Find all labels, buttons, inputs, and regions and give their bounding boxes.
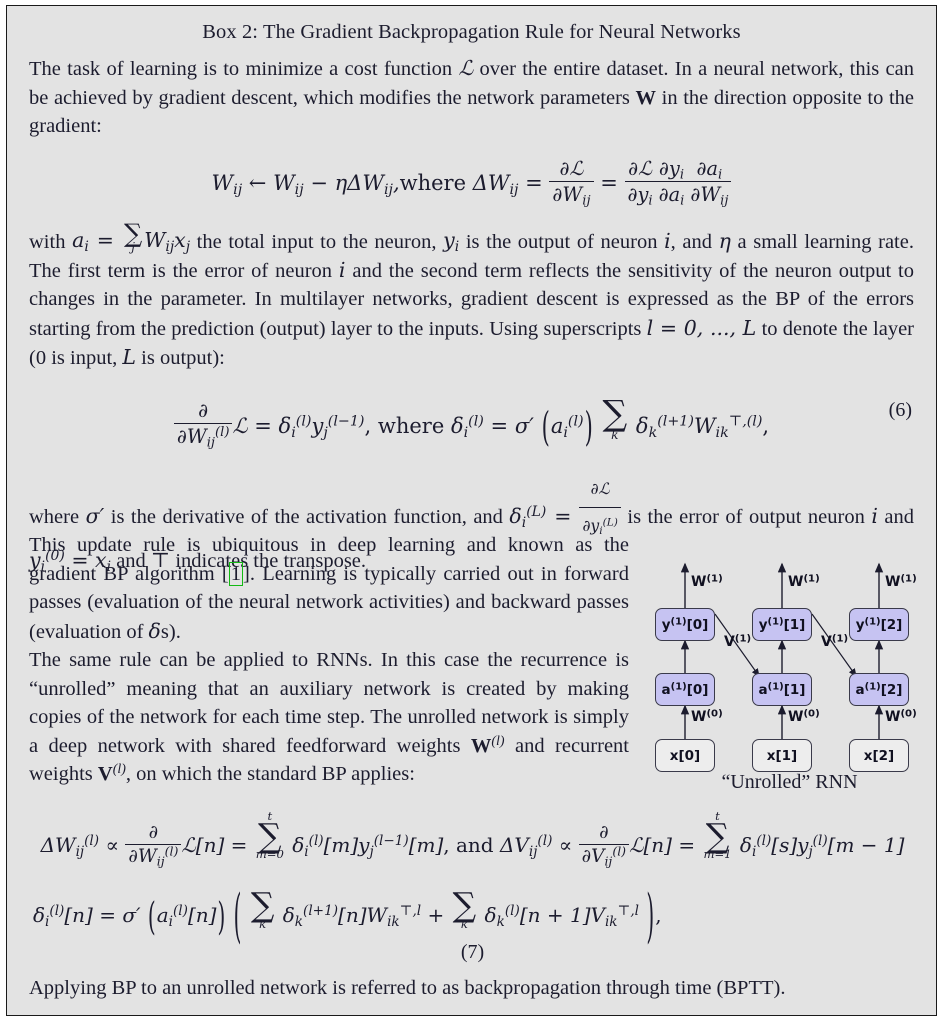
paragraph-column-left: This update rule is ubiquitous in deep l… (29, 531, 629, 789)
node-a-t0-label: a(1)[0] (661, 681, 709, 698)
symbol-V-sup-l: V(l) (97, 761, 126, 785)
node-x-t0-label: x[0] (669, 747, 701, 764)
symbol-delta: δ (148, 618, 161, 643)
node-a-t2[interactable]: a(1)[2] (849, 673, 909, 706)
node-y-t2[interactable]: y(1)[2] (849, 608, 909, 641)
equation-weight-update: Wij ← Wij − ηΔWij,where ΔWij = ∂ℒ ∂Wij = … (7, 157, 936, 207)
symbol-yi: yi (443, 228, 460, 256)
unrolled-rnn-figure: y(1)[0] y(1)[1] y(1)[2] a(1)[0] a(1)[1] … (647, 554, 932, 794)
symbol-sigma-prime: σ′ (85, 503, 105, 528)
label-W0-t1: W(0) (788, 708, 820, 725)
symbol-W-sup-l: W(l) (470, 733, 505, 757)
p3-text-a: where (29, 505, 86, 528)
p3-text-d: and (877, 505, 914, 528)
p3-text-c: is the error of output neuron (620, 505, 872, 528)
node-x-t2-label: x[2] (863, 747, 895, 764)
node-x-t1[interactable]: x[1] (752, 739, 812, 772)
node-a-t1[interactable]: a(1)[1] (752, 673, 812, 706)
symbol-eta: η (718, 228, 731, 253)
symbol-W-bold: W (635, 86, 657, 109)
equation-7-number: (7) (460, 941, 485, 963)
label-W0-t0: W(0) (691, 708, 723, 725)
figure-caption: “Unrolled” RNN (721, 771, 858, 793)
paragraph-intro: The task of learning is to minimize a co… (29, 54, 914, 141)
node-a-t0[interactable]: a(1)[0] (655, 673, 715, 706)
node-a-t2-label: a(1)[2] (855, 681, 903, 698)
node-y-t1[interactable]: y(1)[1] (752, 608, 812, 641)
label-W0-t2: W(0) (885, 708, 917, 725)
symbol-L: L (122, 345, 137, 370)
p3-text-b: is the derivative of the activation func… (104, 505, 510, 528)
paragraph-definitions: with ai = ∑ j Wijxj the total input to the… (29, 218, 914, 373)
expr-layer-index: l = 0, ..., L (646, 315, 757, 340)
node-x-t1-label: x[1] (766, 747, 798, 764)
p2-text-c: is the output of neuron (459, 230, 665, 253)
equation-7-line1-body: ΔWij(l) ∝ ∂ ∂Wij(l) ℒ[n] = t ∑ m=0 δi(l)[m]y… (40, 809, 905, 869)
label-V1-t0: V(1) (724, 633, 752, 650)
expr-total-input: ai = ∑ j Wijxj (72, 218, 191, 256)
p5-text-c: , on which the standard BP applies: (125, 763, 415, 785)
equation-6: ∂ ∂Wij(l) ℒ = δi(l)yj(l−1), where δi(l) = … (7, 397, 936, 450)
label-W1-t0: W(1) (691, 573, 723, 590)
p2-text-b: the total input to the neuron, (190, 230, 444, 253)
node-y-t1-label: y(1)[1] (758, 616, 806, 633)
symbol-loss: ℒ (458, 56, 474, 80)
label-W1-t1: W(1) (788, 573, 820, 590)
node-y-t2-label: y(1)[2] (855, 616, 903, 633)
equation-weight-update-body: Wij ← Wij − ηΔWij,where ΔWij = ∂ℒ ∂Wij = … (212, 157, 732, 207)
node-y-t0-label: y(1)[0] (661, 616, 709, 633)
equation-6-number: (6) (888, 398, 912, 421)
node-x-t2[interactable]: x[2] (849, 739, 909, 772)
box-container: Box 2: The Gradient Backpropagation Rule… (6, 5, 937, 1016)
paragraph-rnn-unroll: The same rule can be applied to RNNs. In… (29, 646, 629, 789)
citation-link-1[interactable]: 1 (228, 561, 243, 586)
label-W1-t2: W(1) (885, 573, 917, 590)
equation-6-body: ∂ ∂Wij(l) ℒ = δi(l)yj(l−1), where δi(l) = … (173, 397, 769, 450)
p1-text-a: The task of learning is to minimize a co… (29, 58, 459, 80)
p2-text-h: is output): (136, 347, 225, 370)
equation-7-line2-body: δi(l)[n] = σ′ (ai(l)[n]) ( ∑ k δk(l+1)[n]… (33, 880, 662, 951)
label-V1-t1: V(1) (821, 633, 849, 650)
expr-delta-L: δi(L) = ∂ℒ ∂yi(L) (509, 480, 621, 536)
node-a-t1-label: a(1)[1] (758, 681, 806, 698)
box-title: Box 2: The Gradient Backpropagation Rule… (202, 21, 741, 43)
paragraph-update-rule: This update rule is ubiquitous in deep l… (29, 531, 629, 646)
p2-text-a: with (29, 230, 73, 253)
equation-7-line2: δi(l)[n] = σ′ (ai(l)[n]) ( ∑ k δk(l+1)[n]… (7, 880, 938, 951)
paragraph-bptt: Applying BP to an unrolled network is re… (29, 977, 786, 999)
p2-text-d: , and (670, 230, 719, 253)
p4-text-c: s). (160, 620, 181, 643)
node-x-t0[interactable]: x[0] (655, 739, 715, 772)
node-y-t0[interactable]: y(1)[0] (655, 608, 715, 641)
equation-7-line1: ΔWij(l) ∝ ∂ ∂Wij(l) ℒ[n] = t ∑ m=0 δi(l)[m]y… (7, 809, 938, 869)
